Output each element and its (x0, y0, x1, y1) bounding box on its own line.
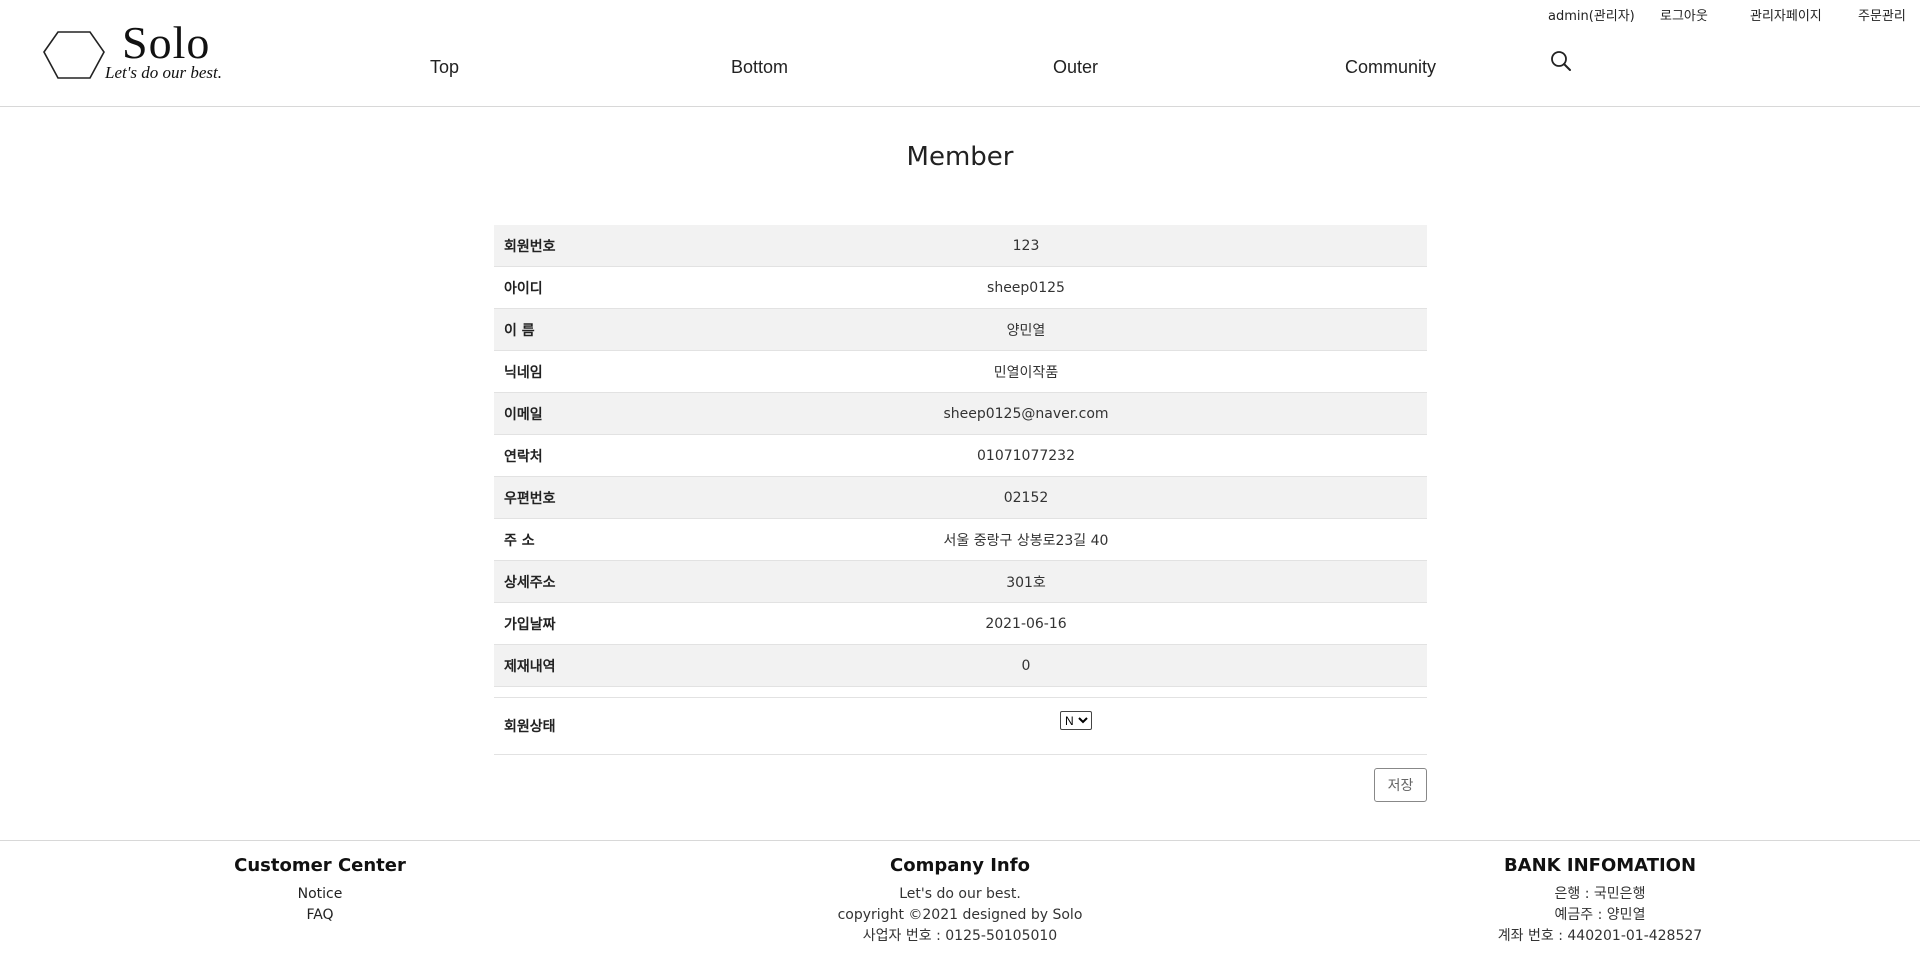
table-row: 우편번호 02152 (494, 476, 1427, 519)
row-label: 연락처 (494, 434, 625, 477)
row-label: 닉네임 (494, 350, 625, 393)
table-row: 회원번호 123 (494, 225, 1427, 267)
nav-bottom[interactable]: Bottom (731, 57, 788, 78)
table-row: 아이디 sheep0125 (494, 266, 1427, 309)
row-value: 양민열 (625, 308, 1427, 351)
save-button[interactable]: 저장 (1374, 768, 1427, 802)
row-value: 민열이작품 (625, 350, 1427, 393)
site-header: Solo Let's do our best. Top Bottom Outer… (0, 0, 1920, 107)
order-manage-link[interactable]: 주문관리 (1858, 5, 1906, 24)
customer-center-title: Customer Center (234, 855, 406, 876)
table-row: 닉네임 민열이작품 (494, 350, 1427, 393)
row-label: 회원번호 (494, 225, 625, 267)
notice-link[interactable]: Notice (160, 884, 480, 905)
bank-name: 은행 : 국민은행 (1554, 886, 1646, 902)
row-label: 제재내역 (494, 644, 625, 687)
table-row: 가입날짜 2021-06-16 (494, 602, 1427, 645)
logo-slogan: Let's do our best. (105, 63, 222, 82)
row-value: 02152 (625, 476, 1427, 519)
table-row: 제재내역 0 (494, 644, 1427, 687)
row-value: 01071077232 (625, 434, 1427, 477)
row-value: 서울 중랑구 상봉로23길 40 (625, 518, 1427, 561)
member-status-row: 회원상태 N (494, 697, 1427, 755)
row-label: 우편번호 (494, 476, 625, 519)
table-row: 이 름 양민열 (494, 308, 1427, 351)
site-footer: Customer Center Notice FAQ Company Info … (0, 840, 1920, 968)
bank-info: BANK INFOMATION 은행 : 국민은행 예금주 : 양민열 계좌 번… (1440, 855, 1760, 947)
nav-outer[interactable]: Outer (1053, 57, 1098, 78)
member-status-select[interactable]: N (1060, 711, 1092, 730)
nav-community[interactable]: Community (1345, 57, 1436, 78)
table-row: 상세주소 301호 (494, 560, 1427, 603)
row-label: 주 소 (494, 518, 625, 561)
account-number: 계좌 번호 : 440201-01-428527 (1497, 928, 1703, 944)
admin-page-link[interactable]: 관리자페이지 (1750, 5, 1822, 24)
customer-center: Customer Center Notice FAQ (160, 855, 480, 926)
table-row: 주 소 서울 중랑구 상봉로23길 40 (494, 518, 1427, 561)
row-label: 가입날짜 (494, 602, 625, 645)
table-row: 이메일 sheep0125@naver.com (494, 392, 1427, 435)
faq-link[interactable]: FAQ (160, 905, 480, 926)
page-title: Member (906, 142, 1014, 172)
company-info-title: Company Info (890, 855, 1030, 876)
row-value: 2021-06-16 (625, 602, 1427, 645)
hexagon-logo-icon (43, 31, 105, 79)
row-label: 아이디 (494, 266, 625, 309)
business-number: 사업자 번호 : 0125-50105010 (862, 928, 1058, 944)
row-value: 123 (625, 225, 1427, 267)
bank-info-title: BANK INFOMATION (1503, 855, 1697, 876)
row-value: 301호 (625, 560, 1427, 603)
search-icon[interactable] (1549, 49, 1573, 73)
row-label: 상세주소 (494, 560, 625, 603)
row-value: sheep0125 (625, 266, 1427, 309)
logo-title: Solo (122, 17, 211, 68)
copyright-text: copyright ©2021 designed by Solo (837, 907, 1083, 923)
row-value: 0 (625, 644, 1427, 687)
user-name-link[interactable]: admin(관리자) (1548, 5, 1635, 24)
member-info-table: 회원번호 123 아이디 sheep0125 이 름 양민열 닉네임 민열이작품… (494, 225, 1427, 687)
member-status-label: 회원상태 (504, 719, 556, 735)
logout-link[interactable]: 로그아웃 (1660, 5, 1708, 24)
row-label: 이메일 (494, 392, 625, 435)
nav-top[interactable]: Top (430, 57, 459, 78)
logo[interactable]: Solo Let's do our best. (42, 17, 272, 86)
row-value: sheep0125@naver.com (625, 392, 1427, 435)
company-slogan: Let's do our best. (899, 886, 1021, 902)
table-row: 연락처 01071077232 (494, 434, 1427, 477)
company-info: Company Info Let's do our best. copyrigh… (800, 855, 1120, 947)
account-holder: 예금주 : 양민열 (1554, 907, 1646, 923)
row-label: 이 름 (494, 308, 625, 351)
